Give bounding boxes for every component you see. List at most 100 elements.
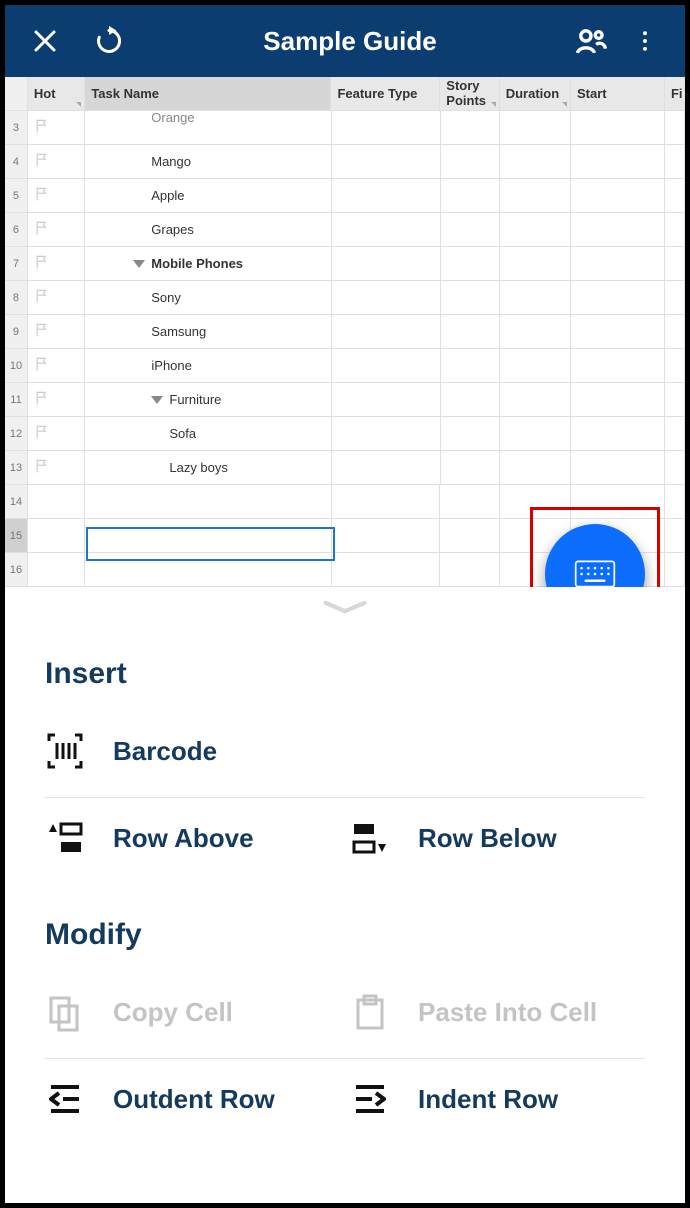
- cell-story-points[interactable]: [440, 485, 499, 518]
- table-row[interactable]: 9Samsung: [5, 315, 685, 349]
- more-menu-button[interactable]: [623, 19, 667, 63]
- cell-duration[interactable]: [500, 145, 571, 178]
- cell-fi[interactable]: [665, 179, 685, 212]
- insert-row-above[interactable]: Row Above: [45, 808, 340, 868]
- cell-duration[interactable]: [500, 281, 571, 314]
- cell-duration[interactable]: [500, 315, 571, 348]
- cell-hot[interactable]: [28, 383, 85, 416]
- cell-task-name[interactable]: Furniture: [85, 383, 332, 416]
- cell-start[interactable]: [571, 383, 665, 416]
- cell-start[interactable]: [571, 111, 665, 144]
- cell-fi[interactable]: [665, 111, 685, 144]
- cell-task-name[interactable]: Lazy boys: [85, 451, 332, 484]
- table-row[interactable]: 3 Orange: [5, 111, 685, 145]
- cell-story-points[interactable]: [441, 281, 500, 314]
- cell-duration[interactable]: [500, 179, 571, 212]
- cell-story-points[interactable]: [441, 213, 500, 246]
- table-row[interactable]: 4Mango: [5, 145, 685, 179]
- cell-hot[interactable]: [28, 247, 85, 280]
- insert-row-below[interactable]: Row Below: [350, 808, 645, 868]
- data-grid[interactable]: Hot Task Name Feature Type Story Points …: [5, 77, 685, 587]
- cell-start[interactable]: [571, 281, 665, 314]
- cell-hot[interactable]: [28, 349, 85, 382]
- cell-task-name[interactable]: [85, 553, 331, 586]
- cell-hot[interactable]: [28, 315, 85, 348]
- cell-duration[interactable]: [500, 349, 571, 382]
- row-number[interactable]: 8: [5, 281, 28, 314]
- cell-task-name[interactable]: Mango: [85, 145, 332, 178]
- cell-fi[interactable]: [665, 417, 685, 450]
- cell-story-points[interactable]: [440, 553, 499, 586]
- cell-story-points[interactable]: [441, 111, 500, 144]
- cell-hot[interactable]: [28, 111, 85, 144]
- cell-start[interactable]: [571, 145, 665, 178]
- row-number[interactable]: 14: [5, 485, 28, 518]
- table-row[interactable]: 10 iPhone: [5, 349, 685, 383]
- col-header-feature-type[interactable]: Feature Type: [331, 77, 440, 110]
- table-row[interactable]: 6Grapes: [5, 213, 685, 247]
- close-button[interactable]: [23, 19, 67, 63]
- cell-start[interactable]: [571, 315, 665, 348]
- cell-task-name[interactable]: iPhone: [85, 349, 332, 382]
- cell-feature-type[interactable]: [332, 179, 441, 212]
- cell-story-points[interactable]: [441, 383, 500, 416]
- cell-hot[interactable]: [28, 281, 85, 314]
- row-number[interactable]: 9: [5, 315, 28, 348]
- col-header-story-points[interactable]: Story Points: [440, 77, 499, 110]
- row-number[interactable]: 16: [5, 553, 28, 586]
- people-button[interactable]: [569, 19, 613, 63]
- cell-hot[interactable]: [28, 553, 85, 586]
- cell-duration[interactable]: [500, 213, 571, 246]
- cell-story-points[interactable]: [441, 451, 500, 484]
- cell-task-name[interactable]: Orange: [85, 111, 332, 144]
- cell-task-name[interactable]: Apple: [85, 179, 332, 212]
- col-header-hot[interactable]: Hot: [28, 77, 85, 110]
- cell-feature-type[interactable]: [332, 247, 441, 280]
- table-row[interactable]: 11Furniture: [5, 383, 685, 417]
- cell-fi[interactable]: [665, 145, 685, 178]
- cell-story-points[interactable]: [441, 179, 500, 212]
- cell-feature-type[interactable]: [332, 145, 441, 178]
- cell-feature-type[interactable]: [332, 349, 441, 382]
- cell-task-name[interactable]: Sony: [85, 281, 332, 314]
- cell-start[interactable]: [571, 247, 665, 280]
- collapse-arrow-icon[interactable]: [133, 260, 145, 268]
- table-row[interactable]: 5Apple: [5, 179, 685, 213]
- cell-start[interactable]: [571, 451, 665, 484]
- col-header-duration[interactable]: Duration: [500, 77, 571, 110]
- cell-feature-type[interactable]: [332, 553, 441, 586]
- cell-start[interactable]: [571, 417, 665, 450]
- cell-hot[interactable]: [28, 179, 85, 212]
- row-number[interactable]: 3: [5, 111, 28, 144]
- row-number[interactable]: 15: [5, 519, 28, 552]
- cell-story-points[interactable]: [440, 519, 499, 552]
- cell-fi[interactable]: [665, 485, 685, 518]
- cell-feature-type[interactable]: [332, 383, 441, 416]
- cell-story-points[interactable]: [441, 417, 500, 450]
- row-number[interactable]: 12: [5, 417, 28, 450]
- insert-barcode[interactable]: Barcode: [45, 721, 645, 781]
- cell-fi[interactable]: [665, 553, 685, 586]
- cell-start[interactable]: [571, 213, 665, 246]
- cell-duration[interactable]: [500, 111, 571, 144]
- cell-feature-type[interactable]: [332, 315, 441, 348]
- table-row[interactable]: 12 Sofa: [5, 417, 685, 451]
- table-row[interactable]: 7Mobile Phones: [5, 247, 685, 281]
- cell-duration[interactable]: [500, 417, 571, 450]
- cell-duration[interactable]: [500, 383, 571, 416]
- table-row[interactable]: 8 Sony: [5, 281, 685, 315]
- cell-feature-type[interactable]: [332, 213, 441, 246]
- cell-task-name[interactable]: Sofa: [85, 417, 332, 450]
- row-number[interactable]: 6: [5, 213, 28, 246]
- cell-story-points[interactable]: [441, 145, 500, 178]
- cell-feature-type[interactable]: [332, 111, 441, 144]
- cell-hot[interactable]: [28, 213, 85, 246]
- keyboard-fab[interactable]: [545, 524, 645, 587]
- cell-hot[interactable]: [28, 417, 85, 450]
- row-number[interactable]: 10: [5, 349, 28, 382]
- cell-start[interactable]: [571, 349, 665, 382]
- cell-fi[interactable]: [665, 315, 685, 348]
- cell-hot[interactable]: [28, 485, 85, 518]
- cell-fi[interactable]: [665, 519, 685, 552]
- cell-duration[interactable]: [500, 451, 571, 484]
